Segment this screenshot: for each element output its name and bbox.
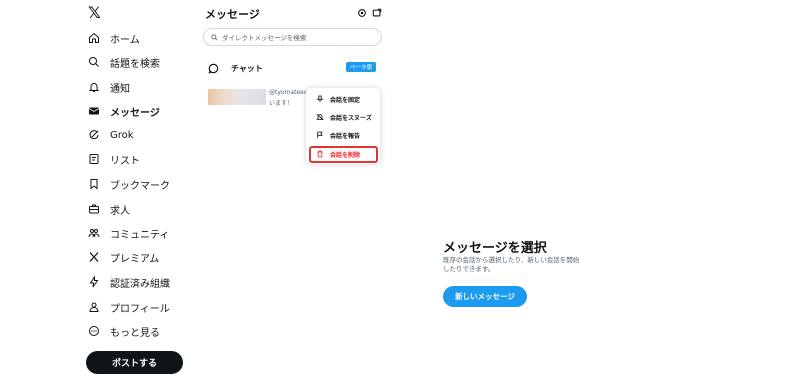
new-message-button[interactable]: 新しいメッセージ — [443, 286, 527, 307]
nav-label: 認証済み組織 — [110, 278, 170, 290]
nav-item-premium[interactable]: プレミアム — [88, 247, 159, 267]
nav-label: 話題を検索 — [110, 58, 160, 70]
page-title: メッセージ — [205, 8, 260, 21]
grok-icon — [89, 130, 99, 140]
menu-item-report[interactable]: 会話を報告 — [306, 126, 380, 144]
menu-item-label: 会話をスヌーズ — [330, 114, 372, 122]
beta-badge: ベータ版 — [345, 62, 376, 72]
x-icon — [89, 252, 99, 262]
more-circle-icon — [89, 326, 99, 336]
nav-item-home[interactable]: ホーム — [88, 28, 140, 48]
nav-label: メッセージ — [110, 107, 160, 119]
nav-label: もっと見る — [110, 327, 160, 339]
nav-item-grok[interactable]: Grok — [88, 125, 134, 145]
new-message-icon[interactable] — [372, 8, 382, 18]
nav-item-explore[interactable]: 話題を検索 — [88, 52, 160, 72]
flag-icon — [317, 131, 323, 138]
settings-icon[interactable] — [357, 8, 367, 18]
post-button[interactable]: ポストする — [86, 351, 183, 374]
x-logo-icon[interactable]: 𝕏 — [88, 5, 104, 21]
messages-column: メッセージ ダイレクトメッセージを検索 チャット ベータ版 @tyomateee… — [200, 0, 390, 387]
nav-item-lists[interactable]: リスト — [88, 149, 140, 169]
profile-icon — [89, 302, 99, 312]
home-icon — [89, 32, 99, 43]
nav-label: プレミアム — [110, 253, 160, 265]
empty-state-title: メッセージを選択 — [443, 241, 547, 256]
nav-label: コミュニティ — [110, 229, 170, 241]
nav-item-bookmarks[interactable]: ブックマーク — [88, 174, 170, 194]
chat-bubble-icon — [208, 63, 219, 74]
nav-label: リスト — [110, 155, 140, 167]
nav-item-communities[interactable]: コミュニティ — [88, 223, 169, 243]
nav-label: 通知 — [110, 83, 130, 95]
nav-label: 求人 — [110, 205, 130, 217]
nav-label: ブックマーク — [110, 180, 170, 192]
search-icon — [89, 57, 99, 67]
briefcase-icon — [89, 204, 99, 214]
lightning-icon — [89, 276, 99, 288]
nav-item-jobs[interactable]: 求人 — [88, 199, 130, 219]
chat-row[interactable]: チャット ベータ版 — [208, 60, 376, 76]
bell-icon — [88, 83, 100, 92]
nav-item-profile[interactable]: プロフィール — [88, 297, 170, 317]
chat-label: チャット — [231, 63, 263, 73]
list-icon — [89, 154, 99, 164]
menu-item-snooze[interactable]: 会話をスヌーズ — [306, 108, 380, 126]
conversation-snippet: います！ — [269, 100, 294, 107]
menu-item-pin[interactable]: 会話を固定 — [306, 90, 380, 108]
nav-label: ホーム — [110, 34, 140, 46]
nav-item-more[interactable]: もっと見る — [88, 321, 160, 341]
nav-item-verified-orgs[interactable]: 認証済み組織 — [88, 272, 170, 292]
sidebar-nav: 𝕏 ホーム 話題を検索 通知 メッセージ Grok リスト ブックマーク 求人 … — [84, 0, 204, 387]
search-input[interactable]: ダイレクトメッセージを検索 — [203, 28, 382, 46]
delete-highlight-box — [309, 146, 378, 163]
nav-item-messages[interactable]: メッセージ — [88, 101, 160, 121]
search-icon — [211, 33, 218, 40]
avatar — [208, 89, 266, 105]
bookmark-icon — [90, 179, 98, 190]
menu-item-label: 会話を固定 — [330, 96, 361, 104]
search-placeholder: ダイレクトメッセージを検索 — [222, 34, 307, 42]
community-icon — [88, 229, 100, 238]
nav-label: Grok — [110, 129, 134, 141]
pin-icon — [316, 95, 324, 102]
menu-item-label: 会話を報告 — [330, 132, 361, 140]
snooze-icon — [316, 113, 324, 121]
nav-label: プロフィール — [110, 303, 170, 315]
nav-item-notifications[interactable]: 通知 — [88, 77, 130, 97]
empty-state-description: 既存の会話から選択したり、新しい会話を開始したりできます。 — [443, 256, 580, 273]
envelope-icon — [88, 107, 100, 115]
